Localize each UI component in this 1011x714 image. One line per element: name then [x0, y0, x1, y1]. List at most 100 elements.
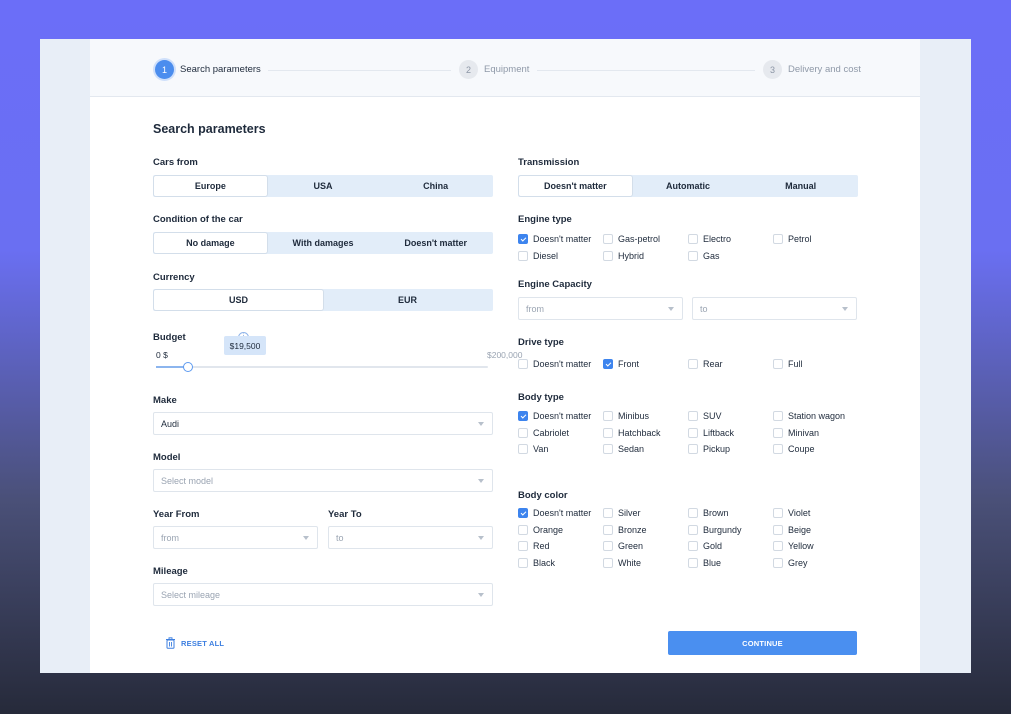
checkbox-checked-icon	[518, 234, 528, 244]
body-type-checkbox[interactable]: Cabriolet	[518, 427, 603, 439]
body-type-checkbox[interactable]: Coupe	[773, 443, 858, 455]
make-label: Make	[153, 395, 177, 406]
engine-type-checkbox[interactable]: Diesel	[518, 250, 603, 262]
body-color-checkbox[interactable]: Brown	[688, 507, 773, 519]
chevron-down-icon	[842, 307, 848, 311]
engine-type-checkbox[interactable]: Doesn't matter	[518, 233, 603, 245]
body-color-checkbox[interactable]: Blue	[688, 557, 773, 569]
currency-option[interactable]: EUR	[323, 290, 492, 310]
make-select[interactable]: Audi	[153, 412, 493, 435]
body-type-checkbox[interactable]: Liftback	[688, 427, 773, 439]
body-type-checkbox-label: Hatchback	[618, 427, 661, 438]
year-from-label: Year From	[153, 509, 200, 520]
body-type-checkbox[interactable]: Van	[518, 443, 603, 455]
trash-icon	[166, 637, 175, 649]
continue-button[interactable]: CONTINUE	[668, 631, 857, 655]
model-select-placeholder: Select model	[161, 475, 214, 486]
engine-type-checkbox[interactable]: Electro	[688, 233, 773, 245]
cars-from-option[interactable]: China	[379, 176, 492, 196]
checkbox-empty-icon	[773, 427, 783, 438]
checkbox-empty-icon	[518, 541, 528, 551]
body-color-checkbox-label: Brown	[703, 508, 729, 518]
body-color-checkbox[interactable]: Violet	[773, 507, 858, 519]
body-type-checkbox[interactable]: SUV	[688, 410, 773, 422]
checkbox-empty-icon	[518, 427, 528, 438]
condition-option[interactable]: No damage	[154, 233, 267, 253]
year-to-select[interactable]: to	[328, 526, 493, 549]
model-select[interactable]: Select model	[153, 469, 493, 492]
engine-type-checkbox[interactable]: Gas-petrol	[603, 233, 688, 245]
engine-type-checkbox-label: Petrol	[788, 234, 812, 244]
chevron-down-icon	[478, 593, 484, 597]
engine-type-checkbox[interactable]: Gas	[688, 250, 773, 262]
body-type-checkbox[interactable]: Doesn't matter	[518, 410, 603, 422]
cars-from-option[interactable]: USA	[267, 176, 380, 196]
body-type-checkbox-label: Pickup	[703, 444, 731, 454]
drive-type-checkbox[interactable]: Front	[603, 358, 688, 370]
engine-capacity-to-select[interactable]: to	[692, 297, 857, 320]
engine-type-checkbox[interactable]: Hybrid	[603, 250, 688, 262]
body-color-checkbox[interactable]: Red	[518, 540, 603, 552]
budget-slider-handle[interactable]	[183, 362, 194, 372]
budget-slider-track[interactable]	[156, 366, 488, 368]
body-type-checkbox[interactable]: Station wagon	[773, 410, 858, 422]
drive-type-checkbox[interactable]: Rear	[688, 358, 773, 370]
body-type-checkbox-label: Coupe	[788, 444, 815, 454]
mileage-select[interactable]: Select mileage	[153, 583, 493, 606]
checkbox-empty-icon	[518, 524, 528, 535]
body-color-checkbox-label: Black	[533, 557, 556, 568]
transmission-option[interactable]: Doesn't matter	[519, 176, 632, 196]
body-color-checkbox[interactable]: Grey	[773, 557, 858, 569]
step-equipment[interactable]: 2 Equipment	[459, 60, 529, 79]
checkbox-empty-icon	[773, 359, 783, 369]
checkbox-empty-icon	[603, 234, 613, 244]
drive-type-checkbox[interactable]: Doesn't matter	[518, 358, 603, 370]
budget-value-tooltip: $19,500	[224, 336, 266, 355]
transmission-option[interactable]: Automatic	[632, 176, 745, 196]
body-color-checkbox[interactable]: Silver	[603, 507, 688, 519]
body-color-checkbox[interactable]: White	[603, 557, 688, 569]
drive-type-checkbox[interactable]: Full	[773, 358, 858, 370]
condition-option[interactable]: Doesn't matter	[379, 233, 492, 253]
body-color-checkbox[interactable]: Burgundy	[688, 524, 773, 536]
body-color-checkbox[interactable]: Beige	[773, 524, 858, 536]
body-color-checkbox[interactable]: Bronze	[603, 524, 688, 536]
step-search-parameters[interactable]: 1 Search parameters	[155, 60, 261, 79]
body-type-checkbox[interactable]: Pickup	[688, 443, 773, 455]
body-type-checkbox[interactable]: Minibus	[603, 410, 688, 422]
cars-from-option[interactable]: Europe	[154, 176, 267, 196]
body-type-checkbox-label: Minibus	[618, 411, 650, 421]
transmission-option[interactable]: Manual	[744, 176, 857, 196]
engine-type-checkbox[interactable]: Petrol	[773, 233, 858, 245]
engine-capacity-from-select[interactable]: from	[518, 297, 683, 320]
body-color-label: Body color	[518, 490, 568, 501]
step-delivery-and-cost[interactable]: 3 Delivery and cost	[763, 60, 861, 79]
step-label: Search parameters	[180, 64, 261, 75]
body-color-checkbox[interactable]: Yellow	[773, 540, 858, 552]
body-color-checkbox[interactable]: Black	[518, 557, 603, 569]
reset-all-button[interactable]: RESET ALL	[165, 637, 224, 649]
drive-type-checkbox-label: Rear	[703, 359, 723, 369]
body-color-checkbox[interactable]: Gold	[688, 540, 773, 552]
checkbox-empty-icon	[688, 411, 698, 421]
currency-option[interactable]: USD	[154, 290, 323, 310]
year-from-select[interactable]: from	[153, 526, 318, 549]
body-type-checkbox[interactable]: Sedan	[603, 443, 688, 455]
body-color-checkbox[interactable]: Doesn't matter	[518, 507, 603, 519]
checkbox-empty-icon	[688, 234, 698, 244]
body-color-checkbox-label: White	[618, 557, 642, 568]
checkbox-empty-icon	[603, 557, 613, 568]
step-number: 3	[763, 60, 782, 79]
currency-segmented: USD EUR	[153, 289, 493, 311]
body-color-checkbox[interactable]: Green	[603, 540, 688, 552]
checkbox-empty-icon	[688, 427, 698, 438]
budget-label: Budget	[153, 332, 186, 343]
body-type-checkbox[interactable]: Minivan	[773, 427, 858, 439]
cars-from-label: Cars from	[153, 157, 198, 168]
body-color-checkbox[interactable]: Orange	[518, 524, 603, 536]
condition-option[interactable]: With damages	[267, 233, 380, 253]
checkbox-empty-icon	[603, 508, 613, 518]
page-title: Search parameters	[153, 122, 266, 136]
body-type-checkbox[interactable]: Hatchback	[603, 427, 688, 439]
body-color-checkbox-label: Silver	[618, 508, 641, 518]
